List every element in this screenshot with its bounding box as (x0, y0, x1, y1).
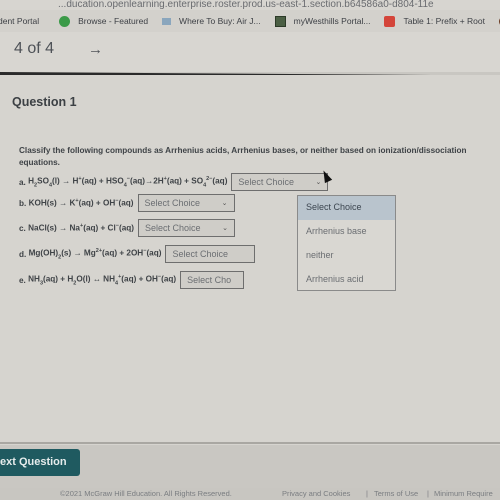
item-letter: d. (19, 249, 27, 259)
item-equation: NaCl(s) → Na+(aq) + Cl−(aq) (28, 223, 134, 233)
page-footer: ©2021 McGraw Hill Education. All Rights … (0, 488, 500, 500)
select-value: Select Choice (144, 198, 201, 208)
separator: | (427, 489, 429, 498)
bookmark-where-to-buy[interactable]: Where To Buy: Air J... (162, 16, 261, 26)
bookmark-label: Where To Buy: Air J... (179, 16, 261, 26)
image-icon (162, 17, 172, 25)
item-letter: a. (19, 177, 26, 187)
red-doc-icon (384, 15, 396, 27)
bookmark-label: myWesthills Portal... (293, 16, 371, 26)
select-choice-b[interactable]: Select Choice ⌄ (137, 194, 235, 212)
item-equation: H2SO4(l) → H+(aq) + HSO4−(aq)→2H+(aq) + … (28, 175, 228, 189)
option-arrhenius-base[interactable]: Arrhenius base (298, 220, 395, 244)
url-text: ...ducation.openlearning.enterprise.rost… (58, 0, 434, 10)
item-equation: KOH(s) → K+(aq) + OH−(aq) (28, 198, 134, 208)
chevron-down-icon: ⌄ (221, 200, 228, 207)
green-circle-icon (59, 15, 71, 27)
select-choice-d[interactable]: Select Choice (165, 245, 256, 263)
bookmark-table-prefix-root[interactable]: Table 1: Prefix + Root (384, 15, 485, 27)
select-choice-e[interactable]: Select Cho (180, 271, 245, 289)
item-equation: Mg(OH)2(s) → Mg2+(aq) + 2OH−(aq) (28, 247, 162, 261)
terms-link[interactable]: Terms of Use (374, 489, 418, 498)
question-prompt: Classify the following compounds as Arrh… (19, 146, 467, 167)
privacy-link[interactable]: Privacy and Cookies (282, 489, 350, 498)
select-value: Select Choice (238, 177, 294, 187)
select-value: Select Choice (172, 249, 228, 259)
item-equation: NH3(aq) + H2O(l) ↔ NH4+(aq) + OH−(aq) (28, 273, 177, 287)
choice-dropdown-menu: Select Choice Arrhenius base neither Arr… (297, 195, 396, 291)
minimum-requirements-link[interactable]: Minimum Require (434, 489, 493, 498)
question-counter: 4 of 4 (14, 40, 55, 57)
item-b: b. KOH(s) → K+(aq) + OH−(aq) Select Choi… (19, 194, 235, 212)
item-e: e. NH3(aq) + H2O(l) ↔ NH4+(aq) + OH−(aq)… (19, 271, 245, 289)
bookmark-mywesthills[interactable]: myWesthills Portal... (274, 15, 371, 27)
select-value: Select Choice (144, 223, 201, 233)
chevron-down-icon: ⌄ (315, 179, 322, 186)
item-letter: b. (19, 198, 27, 208)
item-a: a. H2SO4(l) → H+(aq) + HSO4−(aq)→2H+(aq)… (19, 173, 329, 191)
select-choice-a[interactable]: Select Choice ⌄ (231, 173, 329, 191)
question-nav: 4 of 4 → (0, 32, 500, 72)
portal-icon (274, 15, 286, 27)
question-title: Question 1 (12, 95, 77, 109)
chevron-down-icon: ⌄ (222, 225, 228, 232)
option-neither[interactable]: neither (298, 244, 395, 268)
option-arrhenius-acid[interactable]: Arrhenius acid (298, 268, 395, 292)
item-letter: e. (19, 275, 26, 285)
select-value: Select Cho (187, 275, 232, 285)
next-question-button[interactable]: ext Question (0, 449, 80, 476)
item-letter: c. (19, 223, 26, 233)
copyright: ©2021 McGraw Hill Education. All Rights … (60, 489, 232, 498)
bookmark-label: Browse - Featured (78, 16, 149, 26)
item-d: d. Mg(OH)2(s) → Mg2+(aq) + 2OH−(aq) Sele… (19, 245, 256, 263)
separator: | (366, 489, 368, 498)
bookmark-student-portal[interactable]: dent Portal (0, 16, 39, 26)
next-arrow-icon[interactable]: → (88, 41, 103, 58)
bookmarks-bar: dent Portal Browse - Featured Where To B… (0, 10, 500, 32)
option-select-choice[interactable]: Select Choice (298, 196, 395, 220)
bookmark-label: dent Portal (0, 16, 40, 26)
bookmark-browse-featured[interactable]: Browse - Featured (59, 15, 149, 27)
bookmark-label: Table 1: Prefix + Root (403, 16, 485, 26)
select-choice-c[interactable]: Select Choice ⌄ (137, 219, 235, 237)
item-c: c. NaCl(s) → Na+(aq) + Cl−(aq) Select Ch… (19, 219, 235, 237)
divider (0, 442, 500, 444)
